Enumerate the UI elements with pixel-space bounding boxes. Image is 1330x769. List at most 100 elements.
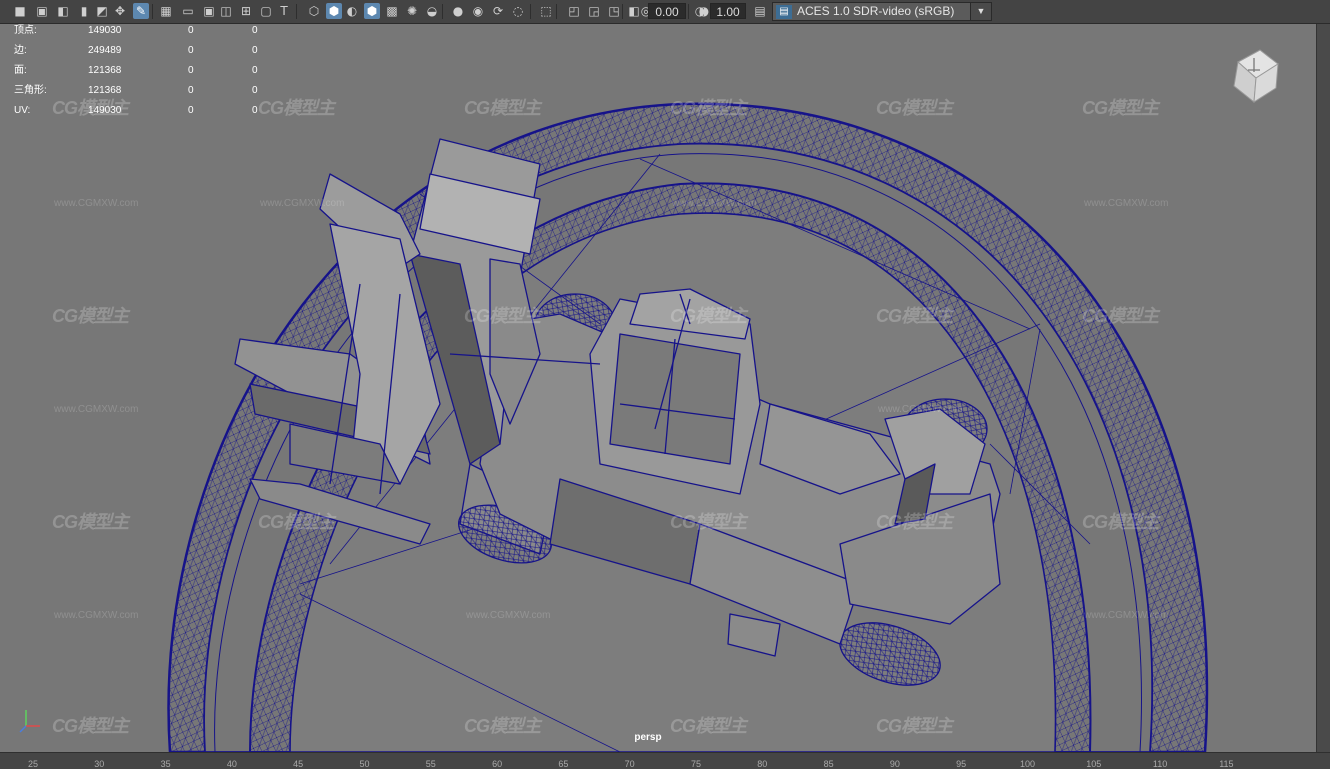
panel-scrollbar[interactable]: [1316, 24, 1330, 752]
exposure-field[interactable]: 0.00: [648, 3, 686, 19]
xray-components-icon[interactable]: ◳: [606, 3, 622, 19]
wireframe-icon[interactable]: ⬡: [306, 3, 322, 19]
hud-v3: 0: [252, 45, 258, 56]
hud-v1: 149030: [88, 105, 122, 116]
field-chart-icon[interactable]: ⊞: [238, 3, 254, 19]
gamma-icon[interactable]: ◑: [692, 3, 708, 19]
hud-v3: 0: [252, 25, 258, 36]
toolbar-separator: [296, 4, 297, 19]
hud-row: UV: 149030 0 0: [14, 104, 274, 124]
camera-name-label: persp: [634, 732, 662, 743]
color-space-dropdown[interactable]: ▤ ACES 1.0 SDR-video (sRGB) ▼: [772, 2, 992, 21]
smooth-shade-icon[interactable]: ⬢: [326, 3, 342, 19]
watermark-logo: CG模型主: [1082, 98, 1159, 118]
watermark-url: www.CGMXW.com: [1084, 610, 1169, 621]
watermark-url: www.CGMXW.com: [54, 610, 139, 621]
hud-label: 三角形:: [14, 85, 47, 96]
hud-v2: 0: [188, 65, 194, 76]
2d-pan-zoom-icon[interactable]: ✥: [112, 3, 128, 19]
use-default-material-icon[interactable]: ◐: [344, 3, 360, 19]
watermark-logo: CG模型主: [876, 306, 953, 326]
depth-of-field-icon[interactable]: ◌: [510, 3, 526, 19]
xray-icon[interactable]: ◰: [566, 3, 582, 19]
color-space-icon: ▤: [776, 4, 792, 19]
hud-v2: 0: [188, 105, 194, 116]
use-lights-icon[interactable]: ✺: [404, 3, 420, 19]
hud-v1: 121368: [88, 85, 122, 96]
watermark-logo: CG模型主: [876, 512, 953, 532]
hud-label: 边:: [14, 45, 27, 56]
watermark-url: www.CGMXW.com: [878, 404, 963, 415]
chevron-down-icon[interactable]: ▼: [970, 3, 991, 20]
watermark-logo: CG模型主: [670, 512, 747, 532]
hud-v3: 0: [252, 65, 258, 76]
resolution-gate-icon[interactable]: ▣: [201, 3, 217, 19]
time-ruler[interactable]: 25 30 35 40 45 50 55 60 65 70 75 80 85 90 95 100 105 110 1…: [0, 752, 1330, 769]
hud-v1: 121368: [88, 65, 122, 76]
gate-mask-icon[interactable]: ◫: [218, 3, 234, 19]
isolate-select-icon[interactable]: ⬚: [538, 3, 554, 19]
watermark-logo: CG模型主: [670, 306, 747, 326]
view-transform-icon[interactable]: ▤: [752, 3, 768, 19]
hud-row: 面: 121368 0 0: [14, 64, 274, 84]
toolbar-separator: [556, 4, 557, 19]
grid-icon[interactable]: ▦: [158, 3, 174, 19]
gamma-field[interactable]: 1.00: [710, 3, 746, 19]
hud-v2: 0: [188, 45, 194, 56]
watermark-url: www.CGMXW.com: [54, 404, 139, 415]
toolbar-separator: [688, 4, 689, 19]
hud-row: 顶点: 149030 0 0: [14, 24, 274, 44]
watermark-logo: CG模型主: [1082, 512, 1159, 532]
watermark-logo: CG模型主: [258, 512, 335, 532]
watermark-logo: CG模型主: [670, 716, 747, 736]
multisample-aa-icon[interactable]: ⟳: [490, 3, 506, 19]
shadows-icon[interactable]: ◒: [424, 3, 440, 19]
safe-action-icon[interactable]: ▢: [258, 3, 274, 19]
watermark-url: www.CGMXW.com: [466, 610, 551, 621]
camera-attr-icon[interactable]: ▣: [34, 3, 50, 19]
hud-v2: 0: [188, 25, 194, 36]
screen-space-ao-icon[interactable]: ●: [450, 3, 466, 19]
grease-pencil-icon[interactable]: ✎: [133, 3, 149, 19]
hud-label: 顶点:: [14, 25, 37, 36]
film-gate-icon[interactable]: ▭: [180, 3, 196, 19]
view-cube[interactable]: [1226, 44, 1286, 104]
forklift-wireframe-scene: [167, 102, 1209, 752]
xray-joints-icon[interactable]: ◲: [586, 3, 602, 19]
motion-blur-icon[interactable]: ◉: [470, 3, 486, 19]
toolbar-separator: [530, 4, 531, 19]
color-space-label: ACES 1.0 SDR-video (sRGB): [797, 4, 955, 18]
hud-v2: 0: [188, 85, 194, 96]
viewport-toolbar: ■ ▣ ◧ ▮ ◩ ✥ ✎ ▦ ▭ ▣ ◫ ⊞ ▢ T ⬡ ⬢ ◐ ⬢ ▩ ✺ ◒ ● ◉ ⟳ ◌ ⬚ ◰ ◲ ◳ ◧ ◎ ◑ 0.00 ◑ 1.0…: [0, 0, 1330, 24]
hud-row: 边: 249489 0 0: [14, 44, 274, 64]
hud-label: 面:: [14, 65, 27, 76]
bookmark-icon[interactable]: ▮: [76, 3, 92, 19]
watermark-logo: CG模型主: [52, 306, 129, 326]
hud-v1: 149030: [88, 25, 122, 36]
toolbar-separator: [622, 4, 623, 19]
watermark-logo: CG模型主: [464, 306, 541, 326]
wireframe-on-shaded-icon[interactable]: ⬢: [364, 3, 380, 19]
axis-gizmo: [18, 704, 48, 734]
hud-row: 三角形: 121368 0 0: [14, 84, 274, 104]
image-plane-icon[interactable]: ◩: [94, 3, 110, 19]
hud-v1: 249489: [88, 45, 122, 56]
watermark-url: www.CGMXW.com: [54, 198, 139, 209]
poly-count-hud: 顶点: 149030 0 0 边: 249489 0 0 面: 121368 0 0 三角形: 12136…: [14, 24, 274, 124]
toolbar-separator: [152, 4, 153, 19]
watermark-logo: CG模型主: [52, 716, 129, 736]
watermark-logo: CG模型主: [670, 98, 747, 118]
toolbar-separator: [442, 4, 443, 19]
hud-v3: 0: [252, 85, 258, 96]
textured-icon[interactable]: ▩: [384, 3, 400, 19]
camera-icon[interactable]: ■: [12, 3, 28, 19]
watermark-url: www.CGMXW.com: [1084, 198, 1169, 209]
watermark-logo: CG模型主: [876, 98, 953, 118]
hud-v3: 0: [252, 105, 258, 116]
watermark-url: www.CGMXW.com: [672, 198, 757, 209]
perspective-viewport[interactable]: CG模型主 CG模型主 CG模型主 CG模型主 CG模型主 CG模型主 CG模型…: [0, 24, 1316, 752]
bookmark-camera-icon[interactable]: ◧: [55, 3, 71, 19]
safe-title-icon[interactable]: T: [276, 3, 292, 19]
watermark-logo: CG模型主: [876, 716, 953, 736]
watermark-logo: CG模型主: [464, 98, 541, 118]
